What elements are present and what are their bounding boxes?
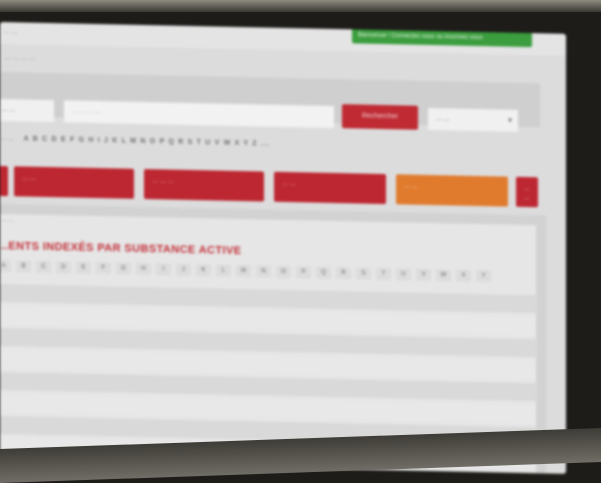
search-scope-select-value: ... ... [2,106,16,114]
alphabet-filter: ... ... A B C D E F G H I J K L M N O P … [0,135,270,148]
category-button-2[interactable]: ... ... ... [144,169,264,202]
search-input[interactable]: ... ... ... ... [64,100,334,128]
category-button-5[interactable]: ... ... [516,176,538,208]
letter-link[interactable]: A [0,259,11,273]
section-title: ...ENTS INDEXÉS PAR SUBSTANCE ACTIVE [0,239,242,258]
letter-link[interactable]: K [196,264,211,277]
category-button-3[interactable]: ... ... [274,171,386,205]
letter-link[interactable]: Y [476,269,491,283]
letter-link[interactable]: M [236,264,251,278]
letter-link[interactable]: P [296,266,311,279]
category-button-1[interactable]: ... ... [14,166,134,199]
category-button-edge[interactable] [0,165,8,197]
chevron-down-icon: ▾ [507,115,512,125]
letter-link[interactable]: F [96,262,111,275]
letter-link[interactable]: J [176,263,191,277]
login-notice[interactable]: Bienvenue ! Connectez-vous ou inscrivez-… [352,25,532,48]
top-bar-text: ... ... [4,28,18,36]
alphabet-letters[interactable]: A B C D E F G H I J K L M N O P Q R S T … [24,135,271,147]
letter-link[interactable]: C [36,260,51,274]
letter-link[interactable]: T [376,267,391,281]
category-buttons: ... ... ... ... ... ... ... ... ... ... … [0,158,566,210]
letter-link[interactable]: O [276,265,291,279]
search-type-select-value: ... ... [436,115,450,123]
search-type-select[interactable]: ... ... ▾ [428,107,518,132]
page-subtitle: ... ... ... ... [4,54,37,62]
letter-link[interactable]: R [336,267,351,280]
letter-link[interactable]: V [416,268,431,282]
letter-link[interactable]: L [216,264,231,277]
letter-link[interactable]: S [356,267,371,280]
letter-link[interactable]: G [116,262,131,275]
alphabet-filter-label: ... ... [0,135,14,143]
letter-link[interactable]: Q [316,266,331,279]
letter-link[interactable]: U [396,268,411,281]
letter-link[interactable]: H [136,262,151,276]
letter-link[interactable]: D [56,261,71,274]
letter-link[interactable]: B [16,260,31,273]
letter-index: A B C D E F G H I J K L M N O P Q R S T [0,259,496,284]
search-scope-select[interactable]: ... ... [0,98,54,123]
search-button[interactable]: Rechercher [342,104,418,130]
letter-link[interactable]: X [456,269,471,282]
desk-background-top [0,0,601,12]
content-small-label: ... ... [2,217,14,224]
letter-link[interactable]: I [156,263,171,276]
site-top-bar: ... ... Bienvenue ! Connectez-vous ou in… [0,22,566,56]
category-button-4[interactable]: ... ... [396,174,508,207]
letter-link[interactable]: W [436,269,451,282]
letter-link[interactable]: E [76,261,91,274]
letter-link[interactable]: N [256,265,271,278]
browser-viewport: ... ... Bienvenue ! Connectez-vous ou in… [0,22,566,474]
search-bar: ... ... ... ... ... ... Rechercher ... .… [0,71,540,132]
